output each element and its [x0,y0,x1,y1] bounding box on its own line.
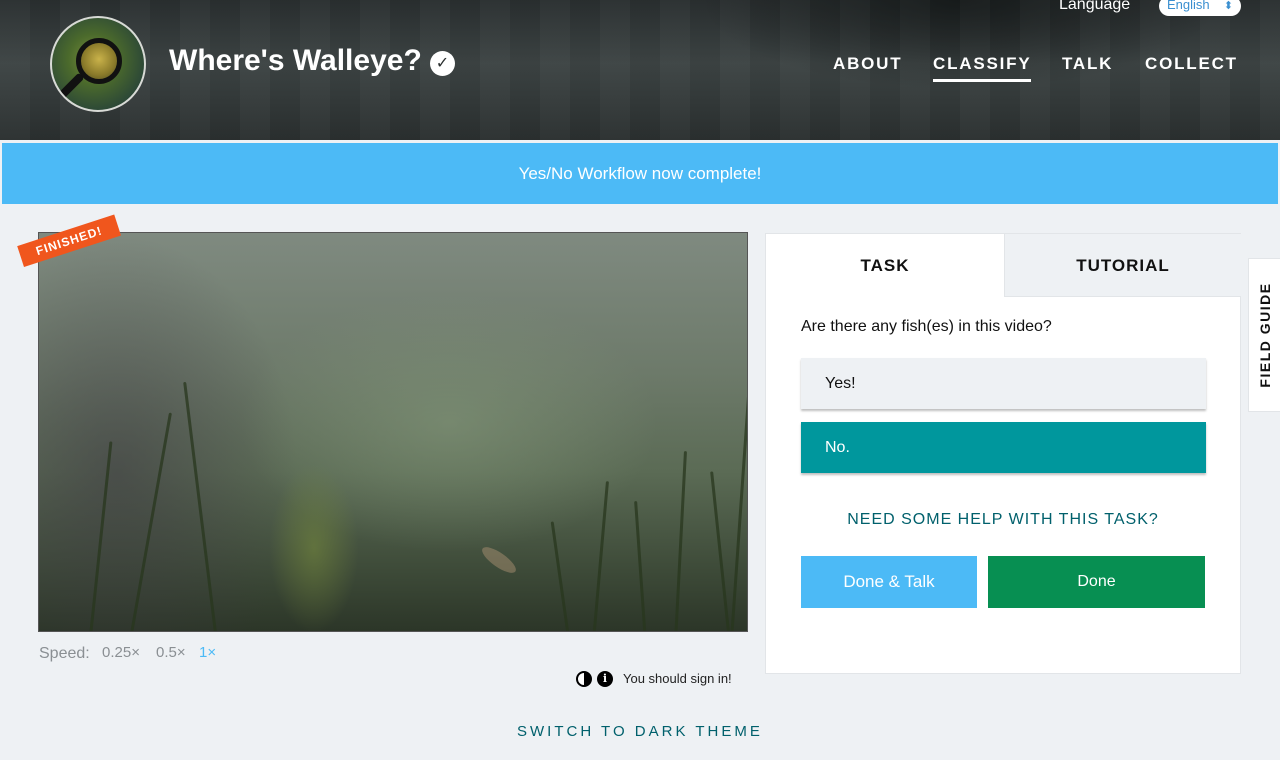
magnifier-handle [57,72,85,100]
task-panel: TASK TUTORIAL Are there any fish(es) in … [765,233,1241,674]
switch-theme-button[interactable]: SWITCH TO DARK THEME [517,723,763,740]
check-circle-icon: ✓ [430,51,455,76]
speed-option[interactable]: 0.25× [102,644,140,661]
done-and-talk-button[interactable]: Done & Talk [801,556,977,608]
nav-about[interactable]: ABOUT [833,54,902,74]
speed-option[interactable]: 0.5× [156,644,186,661]
language-select[interactable]: English ⬍ [1159,0,1241,16]
speed-label: Speed: [39,645,90,662]
project-header: Where's Walleye? ✓ Language English ⬍ AB… [0,0,1280,140]
nav-talk[interactable]: TALK [1062,54,1113,74]
tab-tutorial[interactable]: TUTORIAL [1004,234,1241,297]
chevron-updown-icon: ⬍ [1223,0,1233,12]
sign-in-prompt[interactable]: You should sign in! [623,671,732,686]
answer-no[interactable]: No. [801,422,1206,473]
done-button[interactable]: Done [988,556,1205,608]
field-guide-label: FIELD GUIDE [1256,282,1273,388]
project-avatar[interactable] [50,16,146,112]
tab-task[interactable]: TASK [766,234,1004,297]
answer-yes[interactable]: Yes! [801,358,1206,409]
contrast-icon[interactable] [576,670,592,687]
project-title[interactable]: Where's Walleye? [169,44,422,78]
task-question: Are there any fish(es) in this video? [801,318,1052,335]
nav-collect[interactable]: COLLECT [1145,54,1238,74]
nav-classify[interactable]: CLASSIFY [933,54,1032,82]
subject-video[interactable] [38,232,748,632]
task-help-link[interactable]: NEED SOME HELP WITH THIS TASK? [766,511,1240,529]
language-value: English [1167,0,1210,12]
language-label: Language [1059,0,1131,13]
field-guide-tab[interactable]: FIELD GUIDE [1248,258,1280,412]
subject-tools: i [576,670,618,688]
info-icon[interactable]: i [597,670,613,687]
workflow-complete-banner: Yes/No Workflow now complete! [2,143,1278,204]
speed-option-active[interactable]: 1× [199,644,216,661]
